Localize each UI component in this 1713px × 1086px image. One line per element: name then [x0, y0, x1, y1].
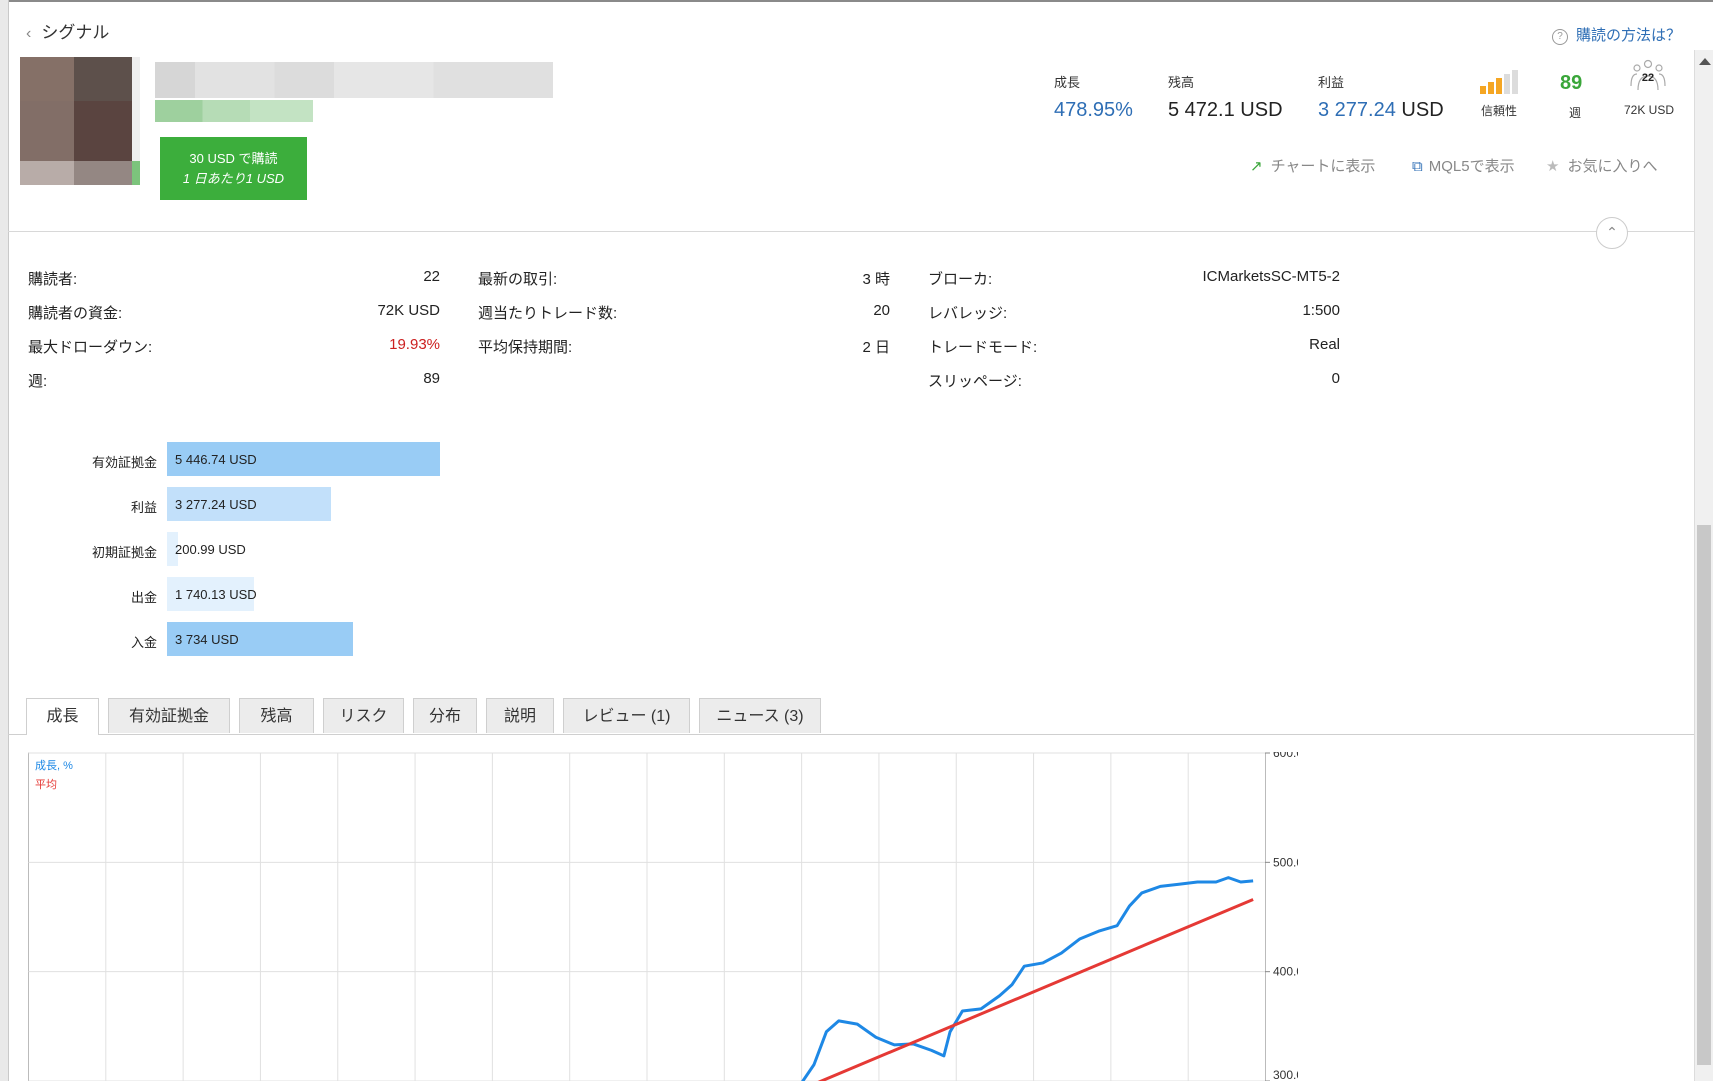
tab-4[interactable]: リスク	[323, 698, 404, 733]
howto-link[interactable]: ? 購読の方法は？	[1552, 24, 1681, 45]
scroll-up-arrow-icon[interactable]	[1699, 58, 1711, 65]
info-label: レバレッジ:	[928, 305, 1008, 322]
tab-7[interactable]: レビュー (1)	[563, 698, 690, 733]
bar-value: 5 446.74 USD	[175, 452, 257, 467]
bar-label: 有効証拠金	[91, 455, 157, 470]
profit-value: 3 277.24	[1318, 99, 1396, 121]
subscribe-daily: 1 日あたり1 USD	[182, 171, 285, 186]
info-value: 3 時	[862, 271, 890, 288]
profit-unit: USD	[1401, 99, 1444, 121]
howto-label: 購読の方法は？	[1576, 27, 1682, 44]
info-value: 19.93%	[389, 336, 440, 353]
tab-3[interactable]: 残高	[239, 698, 314, 733]
chevron-up-icon: ⌃	[1606, 224, 1618, 240]
growth-label: 成長	[1054, 75, 1081, 90]
bar-label: 初期証拠金	[91, 545, 157, 560]
info-value: 2 日	[862, 339, 890, 356]
info-label: 最新の取引:	[478, 271, 558, 288]
provider-tag-blurred	[155, 100, 313, 122]
info-label: スリッページ:	[928, 373, 1022, 390]
legend-entry: 成長, %	[35, 759, 73, 772]
bar-value: 3 277.24 USD	[175, 497, 257, 512]
tab-6[interactable]: 説明	[486, 698, 554, 733]
y-tick-label: 600.00	[1273, 752, 1298, 760]
star-icon: ★	[1546, 158, 1560, 175]
chevron-left-icon: ‹	[26, 25, 32, 42]
scrollbar-thumb[interactable]	[1697, 525, 1711, 1065]
subscribers-icon: 22	[1630, 58, 1666, 94]
reliability-label: 信頼性	[1481, 104, 1518, 118]
window-top-border	[0, 0, 1713, 2]
view-mql5-link[interactable]: ⧉ MQL5で表示	[1412, 155, 1515, 176]
profit-label: 利益	[1318, 75, 1345, 90]
y-tick-label: 300.00	[1273, 1068, 1298, 1081]
profit-value-wrap: 3 277.24 USD	[1318, 99, 1444, 122]
info-label: 週:	[28, 373, 48, 390]
tab-5[interactable]: 分布	[413, 698, 477, 733]
bar-value: 1 740.13 USD	[175, 587, 257, 602]
back-link[interactable]: ‹ シグナル	[26, 18, 109, 43]
info-label: ブローカ:	[928, 271, 993, 288]
add-favorite-label: お気に入りへ	[1567, 158, 1658, 175]
info-value: 1:500	[1302, 302, 1340, 319]
info-label: トレードモード:	[928, 339, 1038, 356]
balance-label: 残高	[1168, 75, 1195, 90]
info-value: 0	[1331, 370, 1340, 387]
show-on-chart-link[interactable]: ↗ チャートに表示	[1250, 155, 1375, 176]
subscribe-button[interactable]: 30 USD で購読 1 日あたり1 USD	[160, 137, 307, 200]
tab-2[interactable]: 有効証拠金	[108, 698, 230, 733]
info-value: 72K USD	[377, 302, 440, 319]
avatar	[20, 57, 140, 185]
info-value: 22	[423, 268, 440, 285]
weeks-value: 89	[1560, 72, 1583, 94]
bar-label: 出金	[130, 590, 157, 605]
chart-icon: ↗	[1250, 158, 1263, 175]
info-value: 20	[873, 302, 890, 319]
view-mql5-label: MQL5で表示	[1428, 158, 1515, 175]
info-label: 平均保持期間:	[478, 339, 573, 356]
bar-value: 200.99 USD	[175, 542, 246, 557]
weeks-label: 週	[1569, 106, 1582, 120]
info-value: 89	[423, 370, 440, 387]
tab-divider	[8, 734, 1694, 735]
bar-label: 利益	[130, 500, 157, 515]
bar-label: 入金	[130, 635, 157, 650]
window-left-border	[0, 0, 9, 1081]
y-tick-label: 400.00	[1273, 965, 1298, 979]
y-tick-label: 500.00	[1273, 855, 1298, 869]
info-label: 購読者:	[28, 271, 78, 288]
balance-value: 5 472.1 USD	[1168, 99, 1283, 121]
provider-name-blurred	[155, 62, 553, 98]
subscribers-funds: 72K USD	[1624, 103, 1675, 117]
reliability-icon	[1478, 68, 1524, 94]
collapse-button[interactable]: ⌃	[1596, 217, 1628, 249]
add-favorite-link[interactable]: ★ お気に入りへ	[1546, 155, 1657, 176]
growth-value: 478.95%	[1054, 99, 1133, 121]
bar-value: 3 734 USD	[175, 632, 239, 647]
legend-entry: 平均	[35, 778, 57, 791]
show-on-chart-label: チャートに表示	[1270, 158, 1376, 175]
info-label: 最大ドローダウン:	[28, 339, 153, 356]
info-label: 購読者の資金:	[28, 305, 123, 322]
external-link-icon: ⧉	[1412, 158, 1423, 175]
tab-8[interactable]: ニュース (3)	[699, 698, 821, 733]
growth-chart-svg: 600.00 500.00 400.00 300.00 成長, % 平均	[28, 746, 1310, 1086]
info-value: Real	[1309, 336, 1340, 353]
help-icon: ?	[1552, 29, 1568, 45]
subscribers-count: 22	[1641, 72, 1655, 84]
tab-1[interactable]: 成長	[26, 698, 99, 735]
subscribe-price: 30 USD で購読	[189, 151, 278, 166]
back-label: シグナル	[41, 23, 110, 42]
info-value: ICMarketsSC-MT5-2	[1202, 268, 1340, 285]
header-divider	[8, 231, 1694, 232]
growth-chart: 600.00 500.00 400.00 300.00 成長, % 平均	[28, 746, 1310, 1086]
